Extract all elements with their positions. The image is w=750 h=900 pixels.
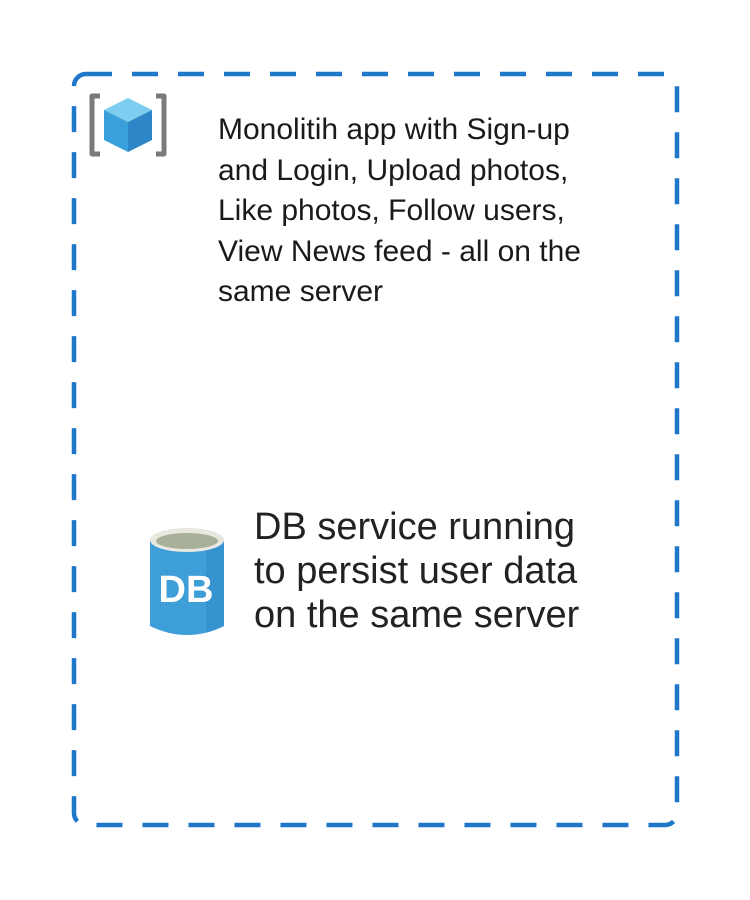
app-description: Monolitih app with Sign-up and Login, Up… — [218, 113, 581, 308]
database-icon: DB — [150, 528, 224, 635]
app-cube-icon — [89, 93, 167, 157]
db-icon-label: DB — [159, 569, 214, 611]
db-description: DB service running to persist user data … — [254, 506, 580, 636]
